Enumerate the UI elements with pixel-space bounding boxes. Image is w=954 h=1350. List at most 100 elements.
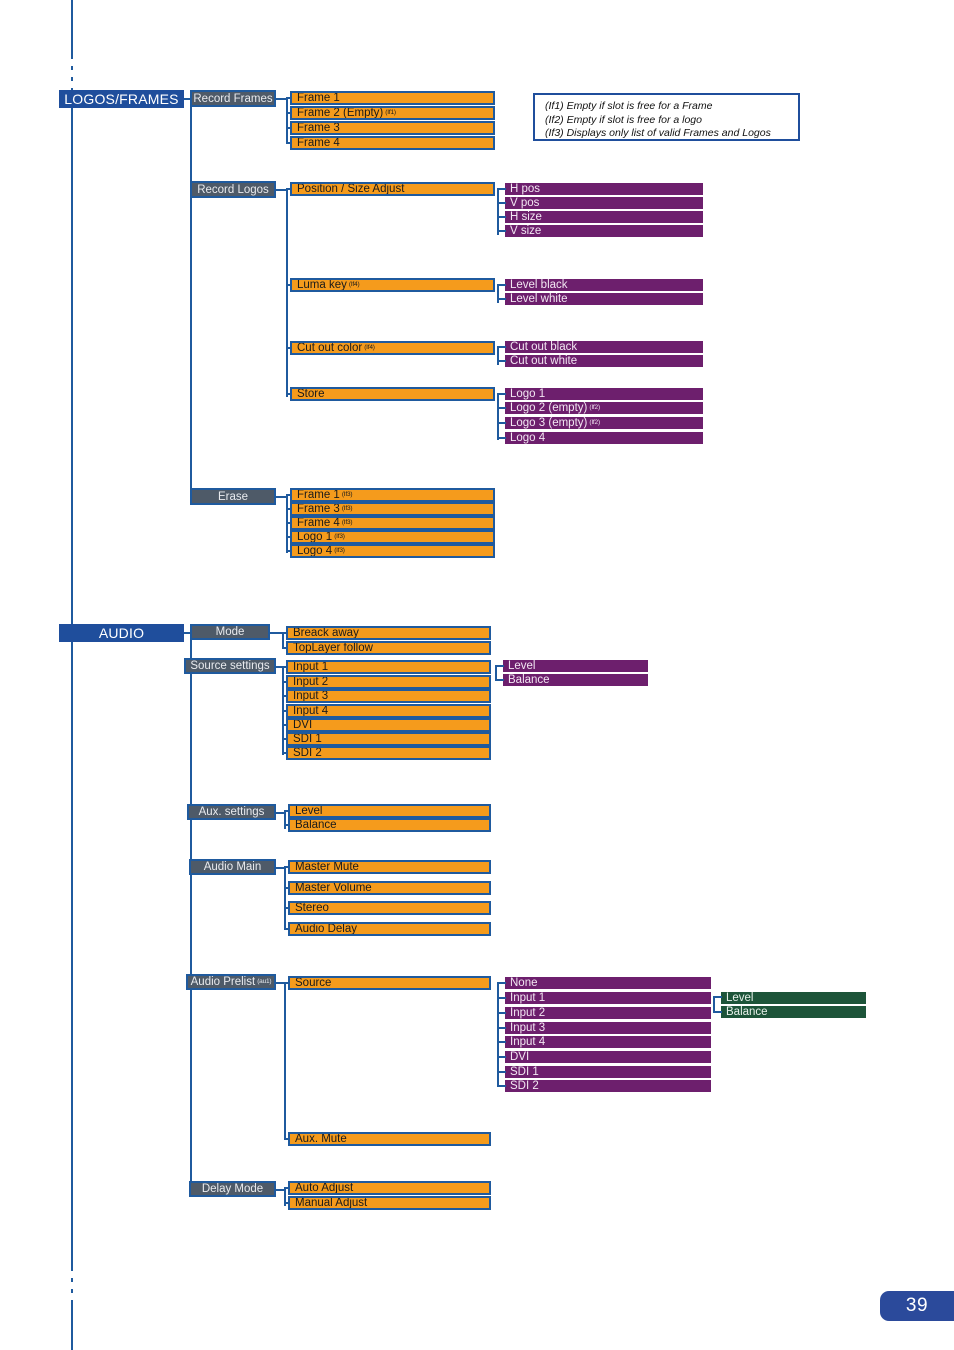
- group-audio-prelist[interactable]: Audio Prelist (au1): [186, 974, 276, 990]
- section-header-logos-frames-label: LOGOS/FRAMES: [64, 91, 179, 107]
- item-breack-away-label: Breack away: [293, 627, 359, 639]
- item-erase-frame-3-label: Frame 3: [297, 503, 340, 515]
- group-aux-settings[interactable]: Aux. settings: [187, 804, 276, 820]
- sub-logo-1[interactable]: Logo 1: [505, 388, 703, 400]
- item-master-mute[interactable]: Master Mute: [288, 860, 491, 874]
- section-header-audio[interactable]: AUDIO: [59, 624, 184, 642]
- item-erase-frame-1[interactable]: Frame 1 (If3): [290, 488, 495, 502]
- sub-prelist-level[interactable]: Level: [721, 992, 866, 1004]
- item-store[interactable]: Store: [290, 387, 495, 401]
- item-aux-mute[interactable]: Aux. Mute: [288, 1132, 491, 1146]
- item-src-input-2[interactable]: Input 2: [286, 675, 491, 689]
- item-aux-balance[interactable]: Balance: [288, 818, 491, 832]
- sub-cut-out-white-label: Cut out white: [510, 355, 578, 367]
- item-erase-logo-1-label: Logo 1: [297, 531, 333, 543]
- connector-cut-out-white: [497, 360, 506, 362]
- item-erase-frame-3[interactable]: Frame 3 (If3): [290, 502, 495, 516]
- sub-prelist-balance[interactable]: Balance: [721, 1006, 866, 1018]
- sub-prelist-input-1-label: Input 1: [510, 992, 546, 1004]
- item-src-input-1[interactable]: Input 1: [286, 660, 491, 674]
- group-mode[interactable]: Mode: [190, 624, 270, 640]
- item-frame-2[interactable]: Frame 2 (Empty) (If1): [290, 106, 495, 120]
- item-audio-delay[interactable]: Audio Delay: [288, 922, 491, 936]
- item-prelist-source-label: Source: [295, 977, 332, 989]
- connector-prelist-dvi: [497, 1056, 506, 1058]
- item-auto-adjust[interactable]: Auto Adjust: [288, 1181, 491, 1195]
- sub-level-white[interactable]: Level white: [505, 293, 703, 305]
- sub-v-pos[interactable]: V pos: [505, 197, 703, 209]
- sub-prelist-sdi-2[interactable]: SDI 2: [505, 1080, 711, 1092]
- connector-cut-out-color: [286, 347, 292, 349]
- item-src-sdi-1[interactable]: SDI 1: [286, 732, 491, 746]
- sub-prelist-none[interactable]: None: [505, 977, 711, 989]
- item-position-size-adjust[interactable]: Position / Size Adjust: [290, 182, 495, 196]
- item-src-input-1-label: Input 1: [293, 661, 329, 673]
- item-erase-logo-1[interactable]: Logo 1 (If3): [290, 530, 495, 544]
- item-aux-level[interactable]: Level: [288, 804, 491, 818]
- item-prelist-source[interactable]: Source: [288, 976, 491, 990]
- group-erase[interactable]: Erase: [190, 488, 276, 505]
- group-record-frames[interactable]: Record Frames: [190, 90, 276, 107]
- section-header-logos-frames[interactable]: LOGOS/FRAMES: [59, 90, 184, 108]
- item-aux-mute-label: Aux. Mute: [295, 1133, 347, 1145]
- sub-cut-out-white[interactable]: Cut out white: [505, 355, 703, 367]
- connector-prelist-sdi-2: [497, 1085, 506, 1087]
- connector-frame-4: [286, 142, 292, 144]
- connector-erase-logo-4: [286, 550, 292, 552]
- sub-level-black[interactable]: Level black: [505, 279, 703, 291]
- connector-store-children-spine: [497, 394, 499, 440]
- item-src-input-4[interactable]: Input 4: [286, 704, 491, 718]
- trunk-line-top: [71, 0, 73, 55]
- sub-h-size[interactable]: H size: [505, 211, 703, 223]
- sub-cut-out-black[interactable]: Cut out black: [505, 341, 703, 353]
- item-erase-logo-4[interactable]: Logo 4 (If3): [290, 544, 495, 558]
- sub-logo-4[interactable]: Logo 4: [505, 432, 703, 444]
- sub-prelist-sdi-1[interactable]: SDI 1: [505, 1066, 711, 1078]
- item-cut-out-color[interactable]: Cut out color (If4): [290, 341, 495, 355]
- item-frame-1[interactable]: Frame 1: [290, 91, 495, 105]
- connector-erase-frame-1: [286, 494, 292, 496]
- item-manual-adjust[interactable]: Manual Adjust: [288, 1196, 491, 1210]
- item-erase-frame-4[interactable]: Frame 4 (If3): [290, 516, 495, 530]
- item-frame-4[interactable]: Frame 4: [290, 136, 495, 150]
- sub-logo-2[interactable]: Logo 2 (empty) (If2): [505, 402, 703, 414]
- item-src-sdi-2[interactable]: SDI 2: [286, 746, 491, 760]
- sub-src-balance[interactable]: Balance: [503, 674, 648, 686]
- group-audio-prelist-footnote: (au1): [257, 978, 272, 985]
- sub-src-balance-label: Balance: [508, 674, 550, 686]
- item-breack-away[interactable]: Breack away: [286, 626, 491, 640]
- connector-position-size-adjust: [286, 188, 292, 190]
- sub-h-pos[interactable]: H pos: [505, 183, 703, 195]
- sub-prelist-dvi[interactable]: DVI: [505, 1051, 711, 1063]
- sub-logo-3[interactable]: Logo 3 (empty) (If2): [505, 417, 703, 429]
- group-source-settings[interactable]: Source settings: [184, 658, 276, 674]
- sub-v-size[interactable]: V size: [505, 225, 703, 237]
- item-frame-1-label: Frame 1: [297, 92, 340, 104]
- connector-src-dvi: [282, 724, 288, 726]
- connector-logo-2: [497, 407, 506, 409]
- sub-prelist-input-1[interactable]: Input 1: [505, 992, 711, 1004]
- sub-prelist-input-3[interactable]: Input 3: [505, 1022, 711, 1034]
- item-stereo[interactable]: Stereo: [288, 901, 491, 915]
- connector-v-size: [497, 230, 506, 232]
- legend-line-3: (If3) Displays only list of valid Frames…: [545, 127, 771, 139]
- group-audio-main[interactable]: Audio Main: [189, 859, 276, 875]
- item-frame-2-footnote: (If1): [385, 109, 396, 116]
- item-toplayer-follow[interactable]: TopLayer follow: [286, 641, 491, 655]
- connector-src-input-3: [282, 695, 288, 697]
- item-frame-3[interactable]: Frame 3: [290, 121, 495, 135]
- item-src-dvi[interactable]: DVI: [286, 718, 491, 732]
- item-erase-frame-4-footnote: (If3): [341, 519, 353, 526]
- item-master-volume[interactable]: Master Volume: [288, 881, 491, 895]
- connector-master-volume: [284, 887, 290, 889]
- group-record-logos[interactable]: Record Logos: [190, 181, 276, 198]
- connector-logo-3: [497, 422, 506, 424]
- item-luma-key[interactable]: Luma key (If4): [290, 278, 495, 292]
- page-number-badge: 39: [880, 1291, 954, 1321]
- sub-prelist-input-4[interactable]: Input 4: [505, 1036, 711, 1048]
- sub-src-level[interactable]: Level: [503, 660, 648, 672]
- sub-prelist-input-2[interactable]: Input 2: [505, 1007, 711, 1019]
- group-delay-mode[interactable]: Delay Mode: [189, 1181, 276, 1197]
- item-src-input-3[interactable]: Input 3: [286, 689, 491, 703]
- item-src-sdi-1-label: SDI 1: [293, 733, 322, 745]
